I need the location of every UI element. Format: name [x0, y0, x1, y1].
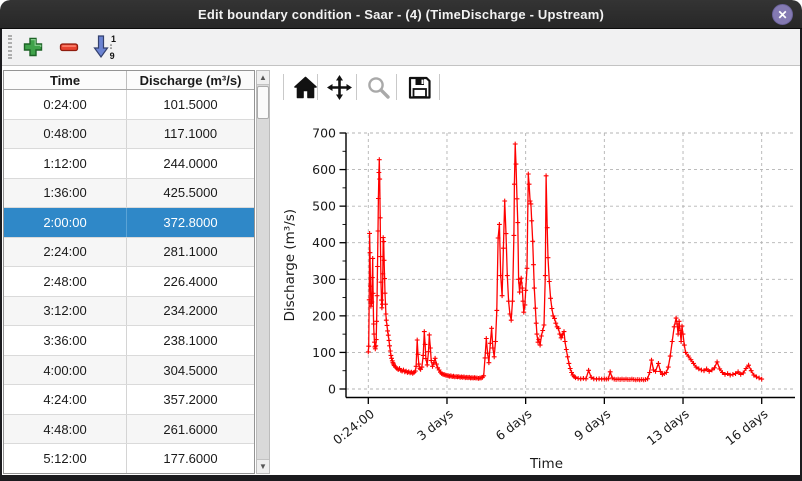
- arrow-down-icon: ▼: [259, 462, 267, 471]
- plus-icon: [22, 36, 44, 58]
- close-button[interactable]: ✕: [772, 4, 793, 25]
- time-cell[interactable]: 2:00:00: [4, 208, 127, 237]
- timeseries-table: Time Discharge (m³/s) 0:24:00101.50000:4…: [3, 70, 255, 474]
- window-border: [0, 475, 802, 481]
- svg-text:16 days: 16 days: [722, 406, 770, 448]
- time-cell[interactable]: 0:24:00: [4, 90, 127, 119]
- time-cell[interactable]: 4:24:00: [4, 385, 127, 414]
- time-cell[interactable]: 3:12:00: [4, 297, 127, 326]
- table-row[interactable]: 2:48:00226.4000: [4, 267, 254, 297]
- table-body: 0:24:00101.50000:48:00117.10001:12:00244…: [4, 90, 254, 473]
- table-row[interactable]: 3:36:00238.1000: [4, 326, 254, 356]
- scroll-down-button[interactable]: ▼: [257, 459, 269, 473]
- time-cell[interactable]: 0:48:00: [4, 120, 127, 149]
- table-row[interactable]: 2:24:00281.1000: [4, 238, 254, 268]
- table-row[interactable]: 0:24:00101.5000: [4, 90, 254, 120]
- sort-1-9-icon: 1 9: [93, 34, 117, 60]
- column-header-discharge[interactable]: Discharge (m³/s): [127, 71, 254, 89]
- table-scrollbar[interactable]: ▲ ▼: [256, 70, 270, 474]
- discharge-cell[interactable]: 234.2000: [127, 297, 254, 326]
- svg-text:100: 100: [312, 345, 336, 360]
- svg-text:9: 9: [110, 51, 115, 60]
- app-toolbar: 1 9: [2, 29, 800, 66]
- remove-row-button[interactable]: [54, 32, 84, 62]
- time-cell[interactable]: 1:36:00: [4, 179, 127, 208]
- svg-text:Discharge (m³/s): Discharge (m³/s): [282, 209, 298, 322]
- time-cell[interactable]: 4:00:00: [4, 356, 127, 385]
- time-cell[interactable]: 1:12:00: [4, 149, 127, 178]
- chart-pane: 0 100 200 300 400 500 600 700 0:24:00 3 days 6 day…: [270, 66, 800, 475]
- table-row[interactable]: 1:36:00425.5000: [4, 179, 254, 209]
- time-cell[interactable]: 2:24:00: [4, 238, 127, 267]
- table-row[interactable]: 3:12:00234.2000: [4, 297, 254, 327]
- table-row[interactable]: 4:00:00304.5000: [4, 356, 254, 386]
- discharge-cell[interactable]: 357.2000: [127, 385, 254, 414]
- svg-text:3 days: 3 days: [414, 406, 456, 443]
- scrollbar-thumb[interactable]: [257, 86, 269, 119]
- discharge-cell[interactable]: 304.5000: [127, 356, 254, 385]
- svg-text:400: 400: [312, 235, 336, 250]
- discharge-cell[interactable]: 177.6000: [127, 444, 254, 473]
- svg-text:Time: Time: [529, 456, 563, 472]
- discharge-cell[interactable]: 244.0000: [127, 149, 254, 178]
- close-icon: ✕: [777, 8, 787, 22]
- svg-text:600: 600: [312, 162, 336, 177]
- discharge-cell[interactable]: 372.8000: [127, 208, 254, 237]
- sort-rows-button[interactable]: 1 9: [90, 32, 120, 62]
- discharge-cell[interactable]: 261.6000: [127, 415, 254, 444]
- column-header-time[interactable]: Time: [4, 71, 127, 89]
- time-cell[interactable]: 3:36:00: [4, 326, 127, 355]
- window-title: Edit boundary condition - Saar - (4) (Ti…: [198, 7, 604, 22]
- discharge-cell[interactable]: 226.4000: [127, 267, 254, 296]
- table-row[interactable]: 0:48:00117.1000: [4, 120, 254, 150]
- svg-text:0:24:00: 0:24:00: [330, 406, 377, 448]
- minus-icon: [58, 36, 80, 58]
- svg-text:9 days: 9 days: [571, 406, 613, 443]
- time-cell[interactable]: 4:48:00: [4, 415, 127, 444]
- svg-text:300: 300: [312, 272, 336, 287]
- svg-text:200: 200: [312, 308, 336, 323]
- svg-text:1: 1: [111, 34, 116, 44]
- svg-text:0: 0: [328, 382, 336, 397]
- discharge-cell[interactable]: 101.5000: [127, 90, 254, 119]
- table-row[interactable]: 4:48:00261.6000: [4, 415, 254, 445]
- svg-text:700: 700: [312, 126, 336, 141]
- add-row-button[interactable]: [18, 32, 48, 62]
- table-row[interactable]: 1:12:00244.0000: [4, 149, 254, 179]
- discharge-cell[interactable]: 238.1000: [127, 326, 254, 355]
- svg-text:13 days: 13 days: [644, 406, 692, 448]
- edit-boundary-condition-window: Edit boundary condition - Saar - (4) (Ti…: [0, 0, 802, 481]
- window-border: [0, 29, 2, 481]
- time-cell[interactable]: 2:48:00: [4, 267, 127, 296]
- titlebar: Edit boundary condition - Saar - (4) (Ti…: [0, 0, 802, 29]
- scroll-up-button[interactable]: ▲: [257, 71, 269, 85]
- discharge-cell[interactable]: 425.5000: [127, 179, 254, 208]
- time-cell[interactable]: 5:12:00: [4, 444, 127, 473]
- svg-text:500: 500: [312, 199, 336, 214]
- toolbar-drag-handle[interactable]: [8, 35, 12, 59]
- table-row[interactable]: 4:24:00357.2000: [4, 385, 254, 415]
- table-row-selected[interactable]: 2:00:00372.8000: [4, 208, 254, 238]
- discharge-cell[interactable]: 117.1000: [127, 120, 254, 149]
- arrow-up-icon: ▲: [259, 73, 267, 82]
- table-header: Time Discharge (m³/s): [4, 71, 254, 90]
- svg-text:6 days: 6 days: [493, 406, 535, 443]
- chart-canvas[interactable]: 0 100 200 300 400 500 600 700 0:24:00 3 days 6 day…: [270, 66, 800, 475]
- discharge-cell[interactable]: 281.1000: [127, 238, 254, 267]
- table-row[interactable]: 5:12:00177.6000: [4, 444, 254, 473]
